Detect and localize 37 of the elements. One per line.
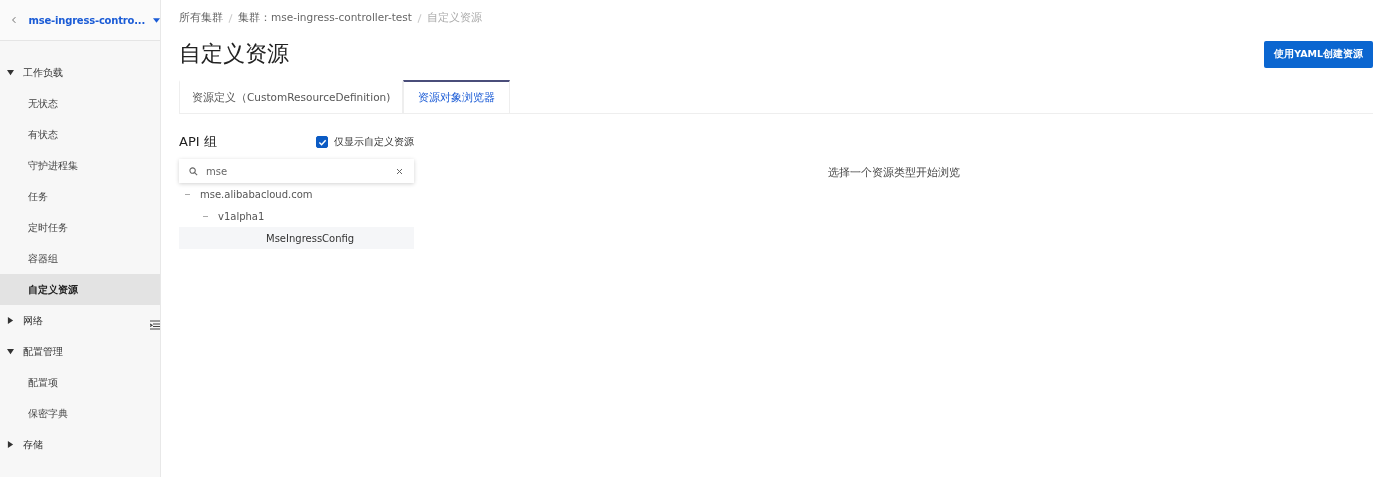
tree-node[interactable]: MseIngressConfig bbox=[179, 227, 414, 249]
checkbox-label: 仅显示自定义资源 bbox=[334, 135, 414, 149]
nav-item[interactable]: 容器组 bbox=[0, 243, 160, 274]
breadcrumb-item[interactable]: 所有集群 bbox=[179, 11, 223, 25]
caret-icon[interactable] bbox=[153, 17, 160, 23]
section-heading: API 组 bbox=[179, 133, 217, 151]
menu-icon[interactable] bbox=[150, 320, 160, 330]
clear-icon[interactable] bbox=[397, 168, 402, 174]
nav-item[interactable]: 任务 bbox=[0, 181, 160, 212]
breadcrumb-item[interactable]: 集群：mse-ingress-controller-test bbox=[238, 11, 412, 25]
caret-icon bbox=[7, 348, 14, 355]
cluster-selector[interactable]: mse-ingress-contro... bbox=[28, 14, 145, 26]
nav-item[interactable]: 保密字典 bbox=[0, 398, 160, 429]
empty-message: 选择一个资源类型开始浏览 bbox=[827, 166, 960, 180]
nav-group[interactable]: 配置管理 bbox=[0, 336, 160, 367]
tab[interactable]: 资源定义（CustomResourceDefinition) bbox=[179, 80, 404, 113]
nav-item[interactable]: 定时任务 bbox=[0, 212, 160, 243]
search-icon bbox=[189, 166, 198, 176]
nav-group[interactable]: 工作负载 bbox=[0, 57, 160, 88]
caret-icon bbox=[7, 441, 14, 448]
caret-icon bbox=[7, 317, 14, 324]
nav-group[interactable]: 存储 bbox=[0, 429, 160, 460]
tab[interactable]: 资源对象浏览器 bbox=[403, 80, 511, 113]
checkbox[interactable] bbox=[316, 136, 328, 148]
tree-node[interactable]: mse.alibabacloud.com bbox=[179, 183, 414, 205]
caret-icon bbox=[7, 69, 14, 76]
nav-group[interactable]: 网络 bbox=[0, 305, 160, 336]
nav-item[interactable]: 配置项 bbox=[0, 367, 160, 398]
search-field[interactable]: mse bbox=[179, 159, 414, 183]
page-title: 自定义资源 bbox=[179, 40, 289, 68]
nav-item[interactable]: 自定义资源 bbox=[0, 274, 160, 305]
nav-item[interactable]: 无状态 bbox=[0, 88, 160, 119]
create-button[interactable]: 使用YAML创建资源 bbox=[1264, 40, 1373, 68]
nav-item[interactable]: 守护进程集 bbox=[0, 150, 160, 181]
tree-node[interactable]: v1alpha1 bbox=[179, 205, 414, 227]
breadcrumb-item: 自定义资源 bbox=[426, 11, 482, 25]
nav-item[interactable]: 有状态 bbox=[0, 119, 160, 150]
